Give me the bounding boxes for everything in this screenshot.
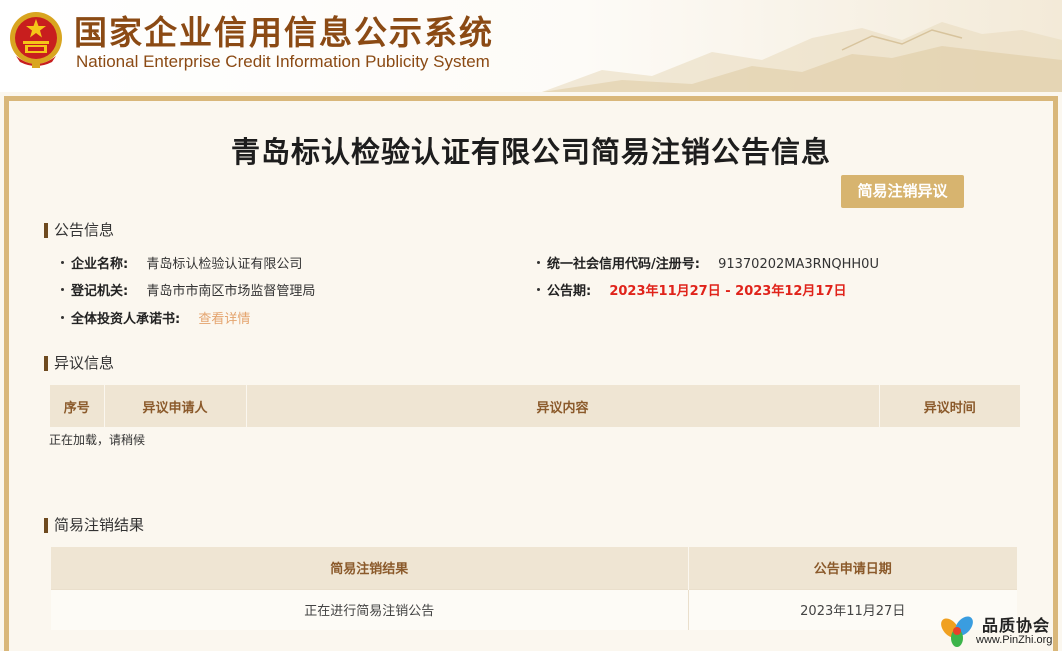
period-label: 公告期: — [547, 284, 592, 299]
result-table-header: 简易注销结果 公告申请日期 — [51, 547, 1017, 589]
bullet-dot — [61, 316, 64, 319]
credit-code-value: 91370202MA3RNQHH0U — [718, 257, 879, 272]
loading-message: 正在加载，请稍候 — [49, 433, 146, 447]
col-applicant: 异议申请人 — [104, 385, 247, 427]
credit-code-label: 统一社会信用代码/注册号: — [547, 257, 700, 272]
period-row: 公告期: 2023年11月27日 - 2023年12月17日 — [537, 284, 847, 300]
result-section-title: 简易注销结果 — [44, 518, 144, 533]
result-cell: 正在进行简易注销公告 — [51, 588, 689, 630]
objection-table-header: 序号 异议申请人 异议内容 异议时间 — [50, 385, 1020, 427]
objection-section-title: 异议信息 — [44, 356, 114, 371]
bullet-dot — [61, 288, 64, 291]
company-name-value: 青岛标认检验认证有限公司 — [146, 257, 303, 272]
objection-table: 序号 异议申请人 异议内容 异议时间 — [50, 385, 1020, 427]
announcement-panel: 青岛标认检验认证有限公司简易注销公告信息 简易注销异议 公告信息 企业名称: 青… — [4, 96, 1058, 651]
result-table: 简易注销结果 公告申请日期 正在进行简易注销公告 2023年11月27日 — [51, 547, 1017, 630]
bullet-dot — [537, 261, 540, 264]
company-name-row: 企业名称: 青岛标认检验认证有限公司 — [61, 257, 302, 273]
file-objection-button[interactable]: 简易注销异议 — [841, 175, 964, 208]
page-title: 青岛标认检验认证有限公司简易注销公告信息 — [230, 135, 831, 169]
bullet-dot — [537, 288, 540, 291]
table-row: 正在进行简易注销公告 2023年11月27日 — [51, 588, 1017, 630]
registry-label: 登记机关: — [71, 284, 129, 299]
site-title-chinese: 国家企业信用信息公示系统 — [74, 13, 494, 52]
pinzhi-logo-icon — [941, 616, 973, 647]
period-value: 2023年11月27日 - 2023年12月17日 — [609, 284, 847, 299]
col-content: 异议内容 — [246, 385, 880, 427]
bullet-dot — [61, 261, 64, 264]
col-time: 异议时间 — [879, 385, 1020, 427]
commitment-row: 全体投资人承诺书: 查看详情 — [61, 312, 250, 328]
commitment-label: 全体投资人承诺书: — [71, 312, 181, 327]
site-title-english: National Enterprise Credit Information P… — [76, 52, 490, 71]
col-apply-date: 公告申请日期 — [688, 547, 1017, 589]
national-emblem-icon — [10, 12, 62, 68]
watermark-name: 品质协会 — [982, 616, 1051, 635]
col-result: 简易注销结果 — [51, 547, 689, 589]
announcement-section-title: 公告信息 — [44, 223, 114, 238]
site-header: 国家企业信用信息公示系统 National Enterprise Credit … — [0, 0, 1062, 92]
mountain-landscape-decoration — [542, 22, 1062, 92]
company-name-label: 企业名称: — [71, 257, 129, 272]
registry-row: 登记机关: 青岛市市南区市场监督管理局 — [61, 284, 315, 300]
watermark: 品质协会 www.PinZhi.org — [936, 612, 1062, 651]
registry-value: 青岛市市南区市场监督管理局 — [146, 284, 316, 299]
credit-code-row: 统一社会信用代码/注册号: 91370202MA3RNQHH0U — [537, 257, 879, 273]
view-details-link[interactable]: 查看详情 — [198, 312, 250, 327]
watermark-url: www.PinZhi.org — [976, 634, 1053, 646]
col-seq: 序号 — [50, 385, 105, 427]
